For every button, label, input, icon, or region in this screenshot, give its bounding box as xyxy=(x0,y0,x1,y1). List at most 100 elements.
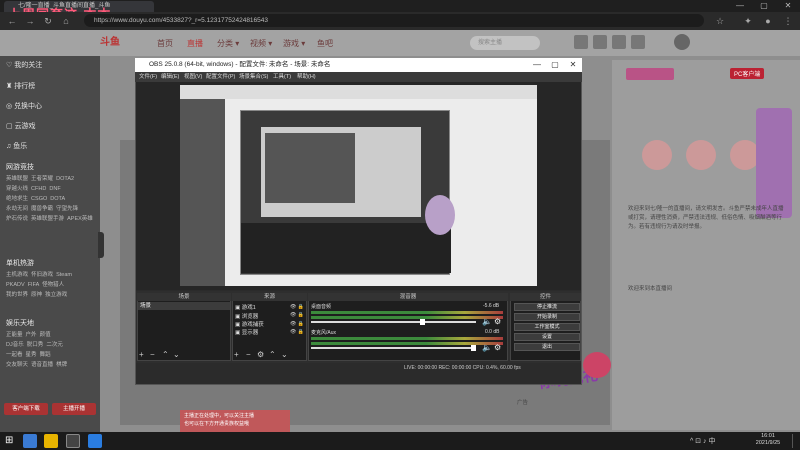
settings-button[interactable]: 设置 xyxy=(514,333,580,341)
show-desktop-button[interactable] xyxy=(792,434,798,448)
source-item[interactable]: ▣ 游戏捕获 xyxy=(235,320,264,328)
history-icon[interactable] xyxy=(574,35,588,49)
nav-video[interactable]: 视频 ▾ xyxy=(250,38,272,49)
sidebar-section-title[interactable]: 单机热游 xyxy=(6,258,34,268)
taskbar-time: 16:01 xyxy=(761,433,775,439)
obs-menu-scene-collection[interactable]: 场景集合(S) xyxy=(239,72,268,82)
sidebar-section-title[interactable]: 娱乐天地 xyxy=(6,318,34,328)
douyu-logo[interactable]: 斗鱼 xyxy=(100,34,140,52)
mute-icon[interactable]: 🔈 xyxy=(482,317,492,326)
chat-notice: 欢迎来到七/隆一的直播间，请文明发言。斗鱼严禁未成年人直播或打赏，请理性消费，严… xyxy=(628,206,784,230)
pc-client-badge[interactable] xyxy=(626,68,674,80)
sidebar-exchange[interactable]: ◎ 兑换中心 xyxy=(6,101,42,111)
sidebar-collapse-handle[interactable] xyxy=(98,232,104,258)
reload-icon[interactable]: ↻ xyxy=(40,13,56,29)
add-scene-icon[interactable]: + xyxy=(139,350,144,359)
nav-games[interactable]: 游戏 ▾ xyxy=(283,38,305,49)
extensions-icon[interactable]: ✦ xyxy=(740,13,756,29)
obs-preview-canvas[interactable] xyxy=(180,85,537,286)
message-icon[interactable] xyxy=(612,35,626,49)
site-search-input[interactable]: 搜索主播 xyxy=(470,36,540,50)
anchor-avatar[interactable] xyxy=(642,140,672,170)
sidebar-cloud-game[interactable]: ▢ 云游戏 xyxy=(6,121,36,131)
obs-maximize-button[interactable]: ▢ xyxy=(546,58,564,72)
taskbar-clock[interactable]: 16:01 2021/9/25 xyxy=(748,433,788,447)
profile-icon[interactable]: ● xyxy=(760,13,776,29)
source-item[interactable]: ▣ 浏览器 xyxy=(235,312,258,320)
remove-source-icon[interactable]: − xyxy=(246,350,251,359)
windows-taskbar xyxy=(0,432,800,450)
obs-menu-file[interactable]: 文件(F) xyxy=(139,72,157,82)
move-up-icon[interactable]: ⌃ xyxy=(162,350,169,359)
obs-minimize-button[interactable]: — xyxy=(528,58,546,72)
volume-slider[interactable] xyxy=(311,321,476,323)
bookmark-star-icon[interactable]: ☆ xyxy=(712,13,728,29)
volume-slider[interactable] xyxy=(311,347,476,349)
move-down-icon[interactable]: ⌄ xyxy=(173,350,180,359)
maximize-window-button[interactable]: ▢ xyxy=(752,0,776,12)
obs-menu-tools[interactable]: 工具(T) xyxy=(273,72,291,82)
pc-client-button[interactable]: PC客户端 xyxy=(730,68,765,79)
promo-banner[interactable]: 主播正在处理中，可以关注主播 也可以在下方开通贵族权益哦 xyxy=(180,410,290,432)
scene-item[interactable]: 场景 xyxy=(138,302,230,310)
sidebar-follow[interactable]: ♡ 我的关注 xyxy=(6,60,42,70)
minimize-window-button[interactable]: — xyxy=(728,0,752,12)
stop-streaming-button[interactable]: 停止推流 xyxy=(514,303,580,311)
obs-menu-view[interactable]: 视图(V) xyxy=(184,72,202,82)
sidebar-section-items[interactable]: 正能量 户外 颜值 DJ音乐 脱口秀 二次元 一起看 星秀 舞蹈 交友聊天 语音… xyxy=(6,330,98,370)
sidebar-section-items[interactable]: 主机游戏 怀旧游戏 Steam PKADV FIFA 怪物猎人 我的世界 原神 … xyxy=(6,270,98,300)
site-sidebar xyxy=(0,56,100,432)
obs-menu-help[interactable]: 帮助(H) xyxy=(297,72,316,82)
forward-icon[interactable]: → xyxy=(22,13,38,29)
source-up-icon[interactable]: ⌃ xyxy=(269,350,276,359)
file-explorer-icon[interactable] xyxy=(44,434,58,448)
source-down-icon[interactable]: ⌄ xyxy=(281,350,288,359)
mixer-settings-icon[interactable]: ⚙ xyxy=(494,343,501,352)
add-source-icon[interactable]: + xyxy=(234,350,239,359)
mute-icon[interactable]: 🔈 xyxy=(482,343,492,352)
exit-button[interactable]: 退出 xyxy=(514,343,580,351)
volume-slider-handle[interactable] xyxy=(471,345,476,351)
client-download-button[interactable]: 客户端下载 xyxy=(4,403,48,415)
mascot-icon[interactable] xyxy=(583,352,611,378)
volume-slider-handle[interactable] xyxy=(420,319,425,325)
download-icon[interactable] xyxy=(631,35,645,49)
nav-home[interactable]: 首页 xyxy=(157,38,173,49)
system-tray-icons[interactable]: ^ ⊡ ♪ 中 xyxy=(690,436,715,446)
source-visibility-icons[interactable]: 👁 🔒 👁 🔒 👁 🔒 👁 🔒 xyxy=(290,303,304,336)
sidebar-section-title[interactable]: 网游竞技 xyxy=(6,162,34,172)
remove-scene-icon[interactable]: − xyxy=(150,350,155,359)
nav-category[interactable]: 分类 ▾ xyxy=(217,38,239,49)
start-recording-button[interactable]: 开始录制 xyxy=(514,313,580,321)
home-icon[interactable]: ⌂ xyxy=(58,13,74,29)
taskbar-date: 2021/9/25 xyxy=(755,440,781,446)
mixer-settings-icon[interactable]: ⚙ xyxy=(494,317,501,326)
studio-mode-button[interactable]: 工作室模式 xyxy=(514,323,580,331)
user-avatar[interactable] xyxy=(674,34,690,50)
nav-yuba[interactable]: 鱼吧 xyxy=(317,38,333,49)
edge-browser-icon[interactable] xyxy=(23,434,37,448)
windows-start-icon[interactable]: ⊞ xyxy=(5,435,13,446)
source-settings-icon[interactable]: ⚙ xyxy=(257,350,264,359)
sidebar-fun[interactable]: ♫ 鱼乐 xyxy=(6,141,27,151)
source-item[interactable]: ▣ 游戏1 xyxy=(235,303,256,311)
anchor-avatar[interactable] xyxy=(686,140,716,170)
nav-live[interactable]: 直播 xyxy=(187,38,203,49)
obs-close-button[interactable]: ✕ xyxy=(564,58,582,72)
browser-menu-icon[interactable]: ⋮ xyxy=(780,13,796,29)
follow-icon[interactable] xyxy=(593,35,607,49)
url-field[interactable]: https://www.douyu.com/4533827?_r=5.12317… xyxy=(84,14,704,27)
mixer-dock xyxy=(308,293,508,361)
source-item[interactable]: ▣ 显示器 xyxy=(235,328,258,336)
sidebar-rank[interactable]: ♜ 排行榜 xyxy=(6,81,35,91)
ad-label: 广告 xyxy=(517,400,529,406)
back-icon[interactable]: ← xyxy=(4,13,20,29)
app-taskbar-icon[interactable] xyxy=(88,434,102,448)
obs-menu-profile[interactable]: 配置文件(P) xyxy=(206,72,235,82)
obs-taskbar-icon[interactable] xyxy=(66,434,80,448)
sidebar-section-items[interactable]: 英雄联盟 王者荣耀 DOTA2 穿越火线 CFHD DNF 绝地求生 CSGO … xyxy=(6,174,98,224)
close-window-button[interactable]: ✕ xyxy=(776,0,800,12)
event-banner[interactable] xyxy=(756,108,792,218)
obs-menu-edit[interactable]: 编辑(E) xyxy=(161,72,179,82)
start-stream-button[interactable]: 主播开播 xyxy=(52,403,96,415)
